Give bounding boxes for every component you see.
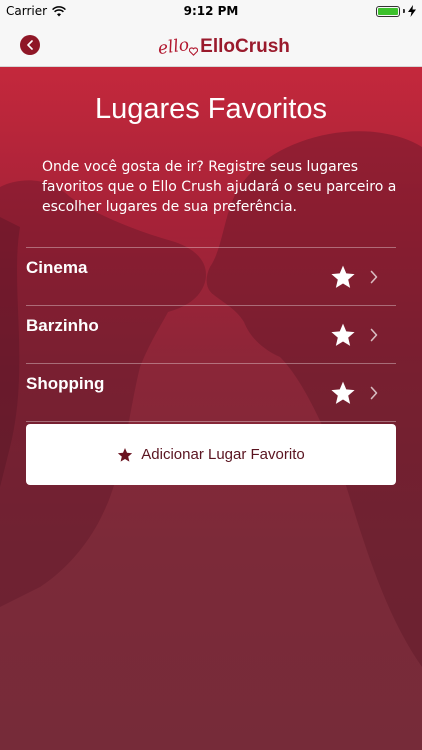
battery-icon — [376, 5, 400, 17]
heart-icon — [189, 47, 199, 56]
add-button-label: Adicionar Lugar Favorito — [141, 446, 305, 463]
place-label: Cinema — [26, 258, 88, 277]
clock: 9:12 PM — [183, 4, 239, 18]
charging-icon — [408, 5, 416, 17]
chevron-left-icon — [27, 40, 33, 50]
list-item[interactable]: Barzinho — [26, 306, 396, 364]
page-title: Lugares Favoritos — [94, 93, 328, 125]
star-icon[interactable] — [330, 322, 356, 348]
place-label: Shopping — [26, 374, 105, 393]
navigation-bar: ello ElloCrush — [0, 22, 422, 67]
add-favorite-place-button[interactable]: Adicionar Lugar Favorito — [26, 424, 396, 485]
chevron-right-icon — [370, 270, 378, 284]
star-icon[interactable] — [330, 380, 356, 406]
page-description: Onde você gosta de ir? Registre seus lug… — [42, 159, 397, 215]
places-list: Cinema Barzinho Shopping — [26, 247, 396, 422]
main-content: Lugares Favoritos Onde você gosta de ir?… — [0, 67, 422, 750]
logo-brand: ElloCrush — [200, 36, 290, 57]
star-icon — [118, 447, 133, 462]
place-label: Barzinho — [26, 316, 99, 335]
logo-script: ello — [156, 34, 191, 60]
list-item[interactable]: Cinema — [26, 248, 396, 306]
back-button[interactable] — [20, 35, 40, 55]
chevron-right-icon — [370, 386, 378, 400]
battery-indicator — [376, 5, 416, 17]
screen: Carrier 9:12 PM ello ElloCrush Lugares F… — [0, 0, 422, 750]
app-logo: ello ElloCrush — [156, 26, 290, 62]
chevron-right-icon — [370, 328, 378, 342]
status-bar: Carrier 9:12 PM — [0, 0, 422, 22]
star-icon[interactable] — [330, 264, 356, 290]
list-item[interactable]: Shopping — [26, 364, 396, 422]
